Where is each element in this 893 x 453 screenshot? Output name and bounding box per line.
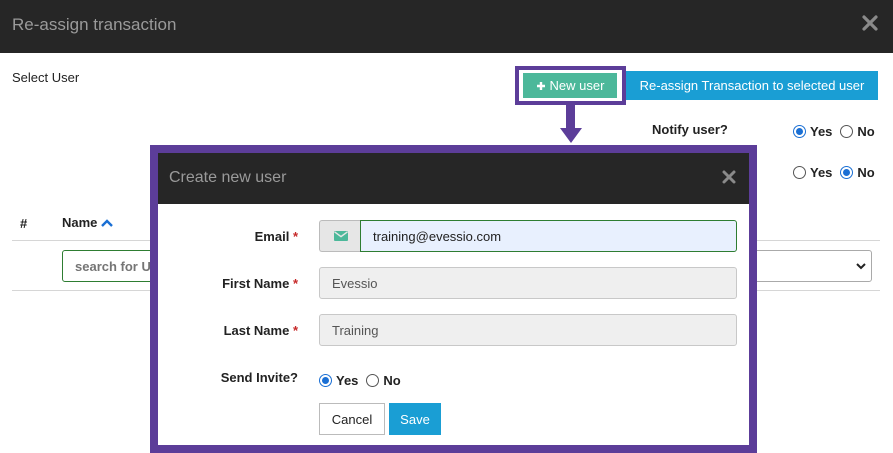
callout-arrow-head bbox=[560, 128, 582, 143]
outer-dialog-title: Re-assign transaction bbox=[12, 15, 177, 34]
table-header-name[interactable]: Name bbox=[62, 215, 114, 230]
required-mark: * bbox=[292, 323, 298, 338]
reassign-transaction-button[interactable]: Re-assign Transaction to selected user bbox=[626, 71, 878, 100]
second-no-label: No bbox=[857, 165, 875, 180]
close-icon[interactable] bbox=[721, 169, 737, 185]
last-name-label-text: Last Name bbox=[223, 323, 290, 338]
notify-yes-label: Yes bbox=[810, 124, 833, 139]
first-name-label: First Name * bbox=[158, 276, 298, 291]
invite-no-radio[interactable] bbox=[366, 374, 380, 387]
sort-up-icon bbox=[101, 218, 114, 227]
notify-no-label: No bbox=[857, 124, 875, 139]
email-field[interactable] bbox=[360, 220, 737, 252]
first-name-field[interactable] bbox=[319, 267, 737, 299]
select-user-label: Select User bbox=[12, 70, 80, 85]
email-label: Email * bbox=[158, 229, 298, 244]
envelope-icon bbox=[333, 231, 348, 241]
required-mark: * bbox=[292, 276, 298, 291]
second-radio-group: Yes No bbox=[793, 165, 883, 180]
create-user-modal: Create new user Email * First Name * Las… bbox=[150, 145, 757, 453]
close-icon[interactable] bbox=[861, 14, 879, 32]
notify-yes-radio[interactable] bbox=[793, 125, 806, 138]
send-invite-label: Send Invite? bbox=[220, 370, 298, 385]
outer-dialog-header: Re-assign transaction bbox=[0, 0, 893, 53]
modal-header: Create new user bbox=[158, 153, 749, 204]
modal-title: Create new user bbox=[169, 169, 287, 186]
notify-user-radio-group: Yes No bbox=[793, 124, 883, 139]
second-yes-label: Yes bbox=[810, 165, 833, 180]
new-user-highlight-box bbox=[515, 66, 626, 105]
last-name-label: Last Name * bbox=[158, 323, 298, 338]
last-name-field[interactable] bbox=[319, 314, 737, 346]
second-yes-radio[interactable] bbox=[793, 166, 806, 179]
send-invite-radio-group: Yes No bbox=[319, 373, 409, 388]
second-no-radio[interactable] bbox=[840, 166, 854, 179]
table-header-name-label: Name bbox=[62, 215, 98, 230]
notify-no-radio[interactable] bbox=[840, 125, 854, 138]
table-header-hash: # bbox=[20, 216, 28, 231]
chevron-down-icon bbox=[856, 263, 866, 270]
notify-user-label: Notify user? bbox=[652, 122, 728, 137]
email-addon bbox=[319, 220, 361, 252]
save-button[interactable]: Save bbox=[389, 403, 441, 435]
invite-no-label: No bbox=[383, 373, 401, 388]
callout-arrow-stem bbox=[566, 104, 575, 130]
first-name-label-text: First Name bbox=[222, 276, 290, 291]
email-label-text: Email bbox=[254, 229, 290, 244]
invite-yes-label: Yes bbox=[336, 373, 359, 388]
required-mark: * bbox=[292, 229, 298, 244]
cancel-button[interactable]: Cancel bbox=[319, 403, 385, 435]
invite-yes-radio[interactable] bbox=[319, 374, 332, 387]
